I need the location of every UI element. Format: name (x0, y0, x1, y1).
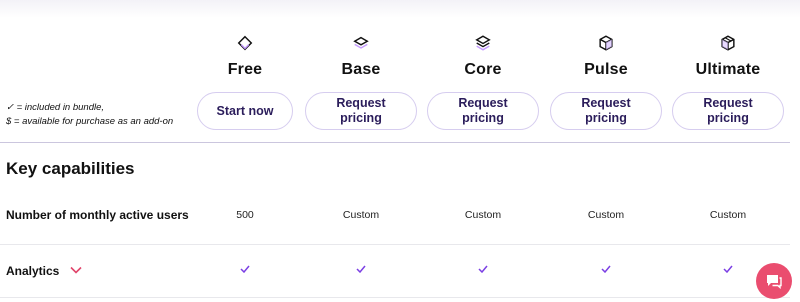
row-label: Number of monthly active users (6, 208, 189, 222)
cell-free: ✓ (187, 264, 303, 276)
chat-button[interactable] (756, 263, 792, 299)
plan-title: Core (464, 61, 502, 78)
layers-icon (353, 36, 369, 49)
cell-ultimate: Custom (709, 209, 747, 221)
plan-title: Base (341, 61, 381, 78)
start-now-button[interactable]: Start now (197, 92, 293, 130)
cell-core: Custom (464, 209, 502, 221)
plan-base: Base Request pricing (303, 34, 419, 134)
request-pricing-button[interactable]: Request pricing (305, 92, 417, 130)
check-icon (478, 265, 488, 274)
plan-core: Core Request pricing (425, 34, 541, 134)
check-icon (356, 265, 366, 274)
section-title: Key capabilities (6, 159, 135, 178)
plan-pulse: Pulse Request pricing (548, 34, 664, 134)
request-pricing-button[interactable]: Request pricing (672, 92, 784, 130)
check-icon (240, 265, 250, 274)
request-pricing-button[interactable]: Request pricing (427, 92, 539, 130)
cell-pulse: Custom (587, 209, 625, 221)
plan-title: Pulse (584, 61, 628, 78)
cell-pulse: ✓ (548, 264, 664, 276)
cell-base: ✓ (303, 264, 419, 276)
cube-icon (599, 35, 613, 51)
row-divider (0, 297, 790, 298)
table-row[interactable]: Analytics ✓ ✓ ✓ ✓ ✓ (0, 245, 790, 297)
cell-free: 500 (236, 209, 254, 221)
diamond-icon (237, 35, 253, 51)
chevron-down-icon (70, 266, 82, 274)
top-shadow (0, 0, 800, 18)
analytics-toggle[interactable]: Analytics (6, 264, 82, 278)
plan-ultimate: Ultimate Request pricing (670, 34, 786, 134)
plan-title: Free (227, 61, 263, 78)
chat-icon (767, 275, 782, 289)
header-divider (0, 142, 790, 143)
plan-title: Ultimate (695, 61, 761, 78)
row-label: Analytics (6, 264, 60, 278)
check-icon (601, 265, 611, 274)
cube-box-icon (721, 35, 735, 51)
legend-add-on: $ = available for purchase as an add-on (6, 116, 174, 127)
request-pricing-button[interactable]: Request pricing (550, 92, 662, 130)
legend-included: ✓ = included in bundle, (6, 102, 105, 113)
cell-base: Custom (342, 209, 380, 221)
cell-core: ✓ (425, 264, 541, 276)
legend: ✓ = included in bundle, $ = available fo… (6, 101, 173, 129)
table-row: Number of monthly active users 500 Custo… (0, 191, 790, 243)
check-icon (723, 265, 733, 274)
plan-free: Free Start now (187, 34, 303, 134)
layers-stack-icon (475, 35, 491, 51)
